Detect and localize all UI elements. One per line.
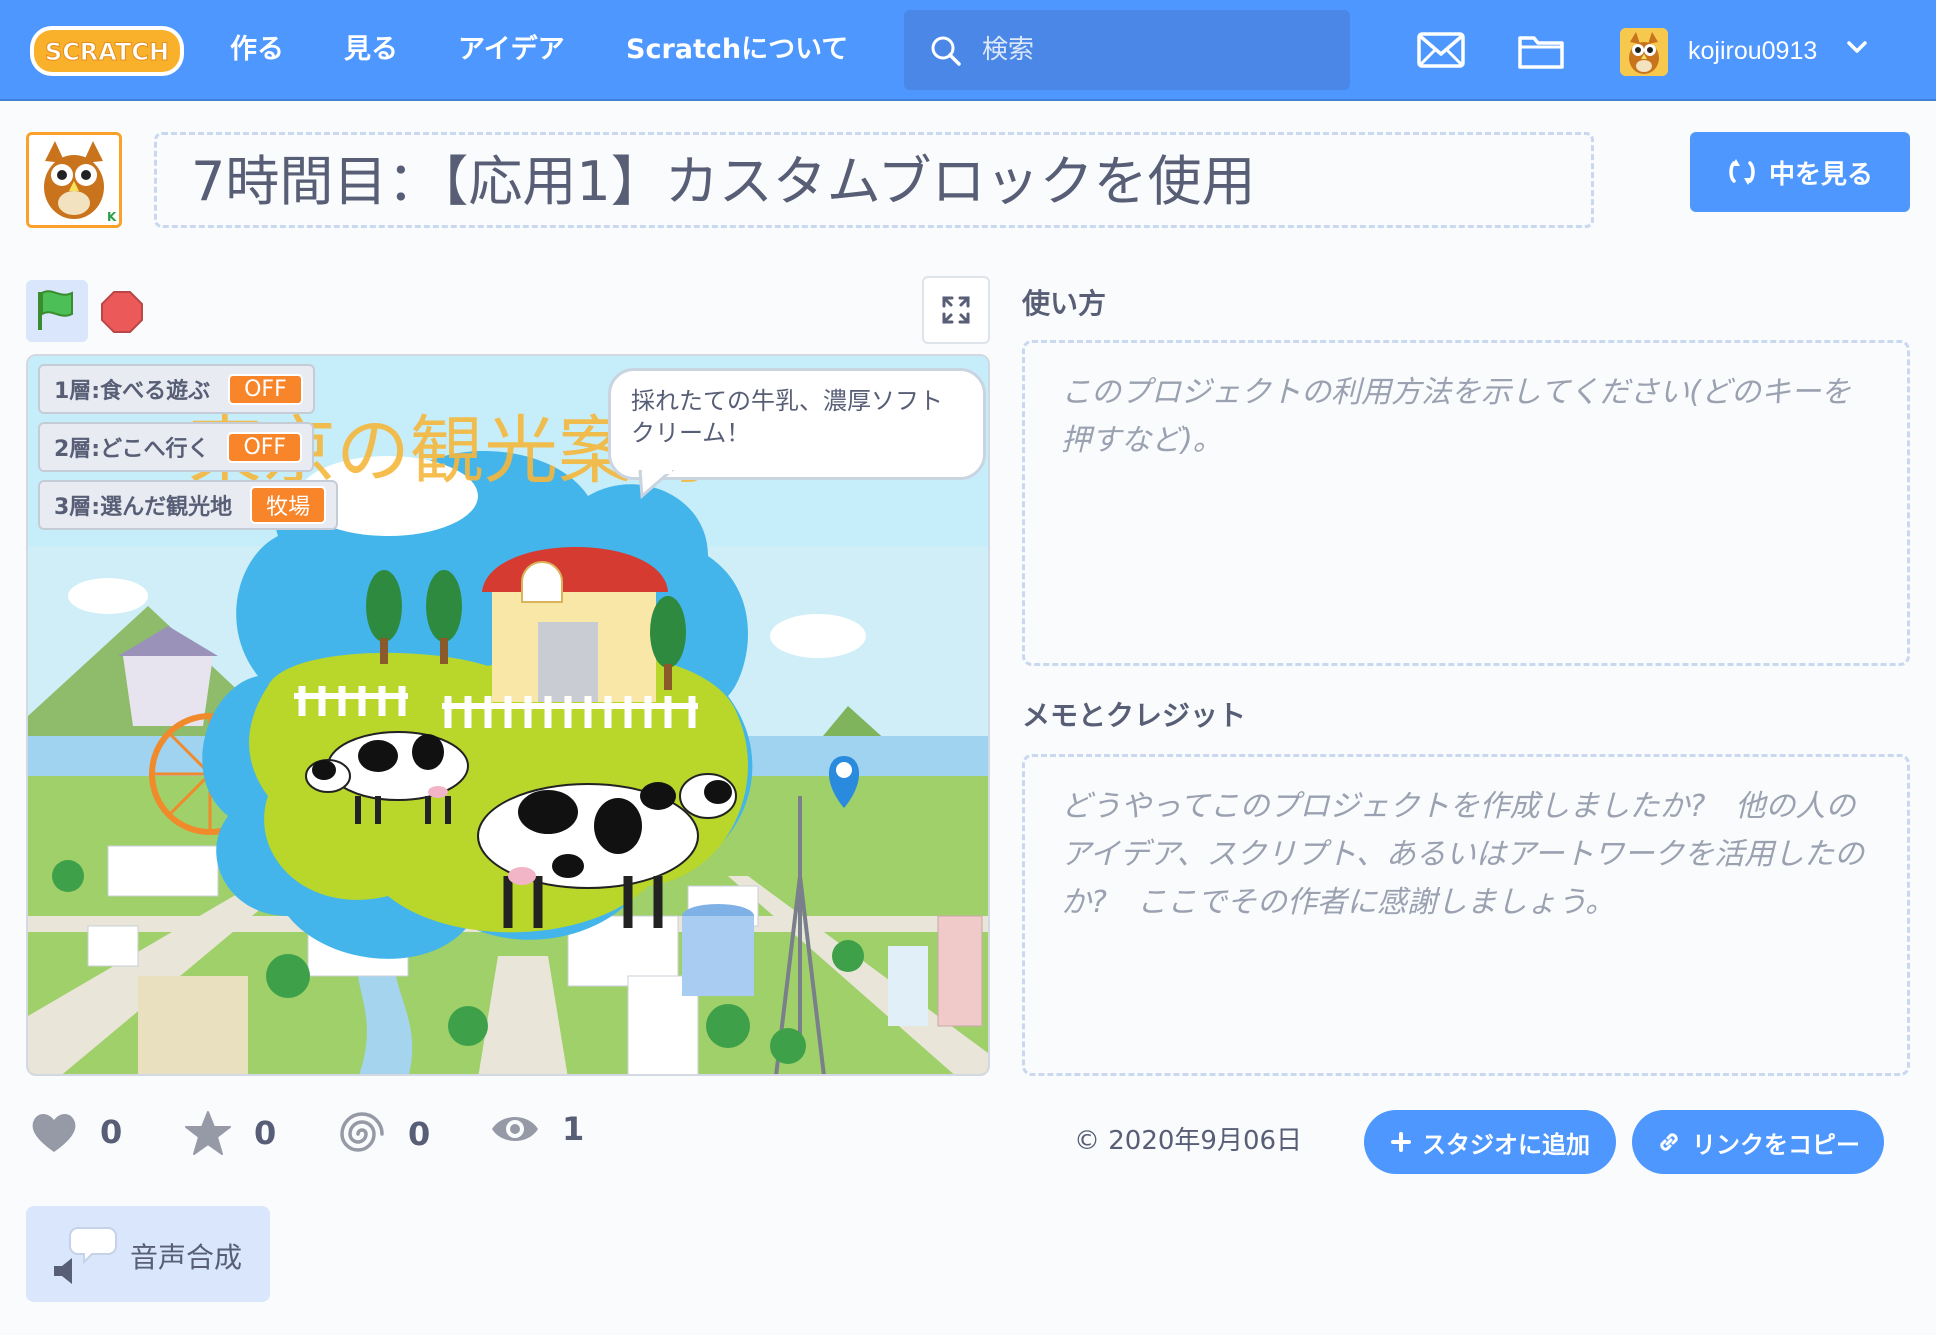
variable-monitor-layer2[interactable]: 2層:どこへ行く OFF (38, 422, 315, 472)
nav-about-link[interactable]: Scratchについて (626, 28, 848, 72)
favorite-count: 0 (254, 1114, 277, 1152)
copy-link-label: リンクをコピー (1692, 1130, 1860, 1159)
notes-credits-heading: メモとクレジット (1022, 699, 1247, 732)
nav-explore-link[interactable]: 見る (344, 28, 398, 72)
project-author-avatar[interactable]: K (26, 132, 122, 228)
messages-icon[interactable] (1416, 28, 1466, 72)
project-title: 7時間目：【応用1】カスタムブロックを使用 (191, 150, 1256, 213)
fullscreen-icon (942, 296, 970, 324)
remix-arrows-icon (1729, 159, 1755, 185)
favorite-stat[interactable]: 0 (184, 1110, 276, 1156)
speech-bubble: 採れたての牛乳、濃厚ソフトクリーム！ (608, 368, 986, 480)
project-title-field[interactable]: 7時間目：【応用1】カスタムブロックを使用 (154, 132, 1594, 228)
text-to-speech-extension-chip[interactable]: 音声合成 (26, 1206, 270, 1302)
remix-spiral-icon (340, 1112, 384, 1152)
search-input[interactable] (982, 28, 1322, 72)
plus-icon (1391, 1132, 1411, 1152)
extension-label: 音声合成 (130, 1241, 243, 1274)
notes-placeholder: どうやってこのプロジェクトを作成しましたか? 他の人のアイデア、スクリプト、ある… (1061, 789, 1865, 920)
user-avatar[interactable] (1620, 28, 1668, 76)
instructions-heading: 使い方 (1022, 287, 1107, 320)
scratch-logo[interactable]: SCRATCH (28, 22, 186, 80)
add-to-studio-label: スタジオに追加 (1422, 1130, 1590, 1159)
my-stuff-folder-icon[interactable] (1516, 28, 1566, 72)
star-icon (185, 1111, 231, 1155)
speech-speaker-icon (54, 1227, 117, 1284)
svg-text:K: K (107, 210, 117, 224)
svg-text:SCRATCH: SCRATCH (45, 38, 169, 66)
notes-credits-textarea[interactable]: どうやってこのプロジェクトを作成しましたか? 他の人のアイデア、スクリプト、ある… (1022, 754, 1910, 1076)
monitor-value: 牧場 (250, 486, 327, 524)
monitor-value: OFF (228, 373, 303, 405)
see-inside-button[interactable]: 中を見る (1690, 132, 1910, 212)
love-count: 0 (100, 1113, 123, 1151)
instructions-placeholder: このプロジェクトの利用方法を示してください(どのキーを押すなど)。 (1061, 375, 1851, 458)
stop-icon[interactable] (100, 290, 144, 334)
eye-icon (492, 1117, 538, 1141)
monitor-label: 1層:食べる遊ぶ (54, 379, 211, 404)
search-icon (931, 36, 961, 66)
monitor-value: OFF (227, 431, 303, 463)
remix-stat: 0 (338, 1110, 430, 1158)
nav-create-link[interactable]: 作る (230, 28, 284, 72)
project-stage[interactable]: 東京の観光案内 1層:食べる遊ぶ OFF 2層:どこへ行く OFF 3層:選んだ… (26, 354, 990, 1076)
monitor-label: 2層:どこへ行く (54, 437, 210, 462)
love-stat[interactable]: 0 (30, 1110, 122, 1154)
view-count: 1 (562, 1110, 585, 1148)
username-label[interactable]: kojirou0913 (1688, 30, 1817, 72)
share-date: © 2020年9月06日 (1074, 1126, 1303, 1156)
speech-bubble-tail (638, 470, 675, 500)
link-icon (1660, 1133, 1678, 1151)
see-inside-label: 中を見る (1768, 159, 1873, 190)
chevron-down-icon[interactable] (1846, 40, 1868, 54)
monitor-label: 3層:選んだ観光地 (54, 495, 233, 520)
copy-link-button[interactable]: リンクをコピー (1632, 1110, 1884, 1174)
add-to-studio-button[interactable]: スタジオに追加 (1364, 1110, 1616, 1174)
green-flag-button[interactable] (26, 280, 88, 342)
search-bar (904, 10, 1350, 90)
variable-monitor-layer3[interactable]: 3層:選んだ観光地 牧場 (38, 480, 339, 530)
nav-ideas-link[interactable]: アイデア (458, 28, 565, 72)
top-nav-bar: SCRATCH 作る 見る アイデア Scratchについて 検索 kojiro… (0, 0, 1936, 101)
views-stat: 1 (490, 1110, 584, 1148)
remix-count: 0 (408, 1115, 431, 1153)
heart-icon (32, 1114, 76, 1152)
fullscreen-button[interactable] (922, 276, 990, 344)
green-flag-icon (38, 290, 73, 330)
instructions-textarea[interactable]: このプロジェクトの利用方法を示してください(どのキーを押すなど)。 (1022, 340, 1910, 666)
variable-monitor-layer1[interactable]: 1層:食べる遊ぶ OFF (38, 364, 315, 414)
